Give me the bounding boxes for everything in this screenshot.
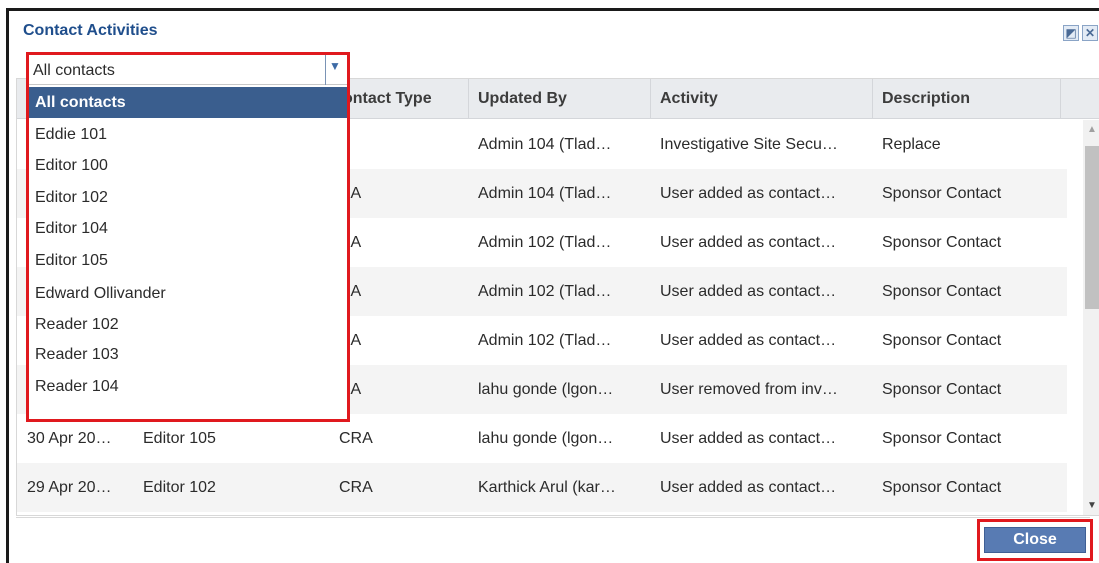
contact-type-cell: CRA: [339, 430, 373, 447]
close-button-highlight: Close: [977, 519, 1093, 561]
contact-filter-value: All contacts: [33, 62, 115, 79]
activity-cell: User added as contact…: [660, 430, 837, 447]
contact-type-cell: CRA: [339, 479, 373, 496]
activity-cell: User added as contact…: [660, 234, 837, 251]
column-header-description[interactable]: Description: [873, 79, 1061, 119]
vertical-scrollbar[interactable]: ▲ ▼: [1083, 120, 1099, 515]
option-all-contacts[interactable]: All contacts: [29, 87, 347, 118]
dialog-titlebar: Contact Activities ◩ ✕: [9, 11, 1099, 47]
activity-cell: User added as contact…: [660, 479, 837, 496]
description-cell: Replace: [882, 136, 941, 153]
chevron-down-icon[interactable]: ▼: [329, 59, 341, 73]
activity-cell: User added as contact…: [660, 185, 837, 202]
updated-by-cell: Admin 104 (Tlad…: [478, 185, 612, 202]
scroll-down-arrow-icon[interactable]: ▼: [1083, 496, 1099, 515]
option-edward-ollivander[interactable]: Edward Ollivander: [29, 277, 347, 310]
activity-cell: Investigative Site Secu…: [660, 136, 838, 153]
table-row[interactable]: 29 Apr 20… Editor 102 CRA Karthick Arul …: [17, 463, 1067, 512]
description-cell: Sponsor Contact: [882, 479, 1002, 496]
description-cell: Sponsor Contact: [882, 332, 1002, 349]
column-header-updated-by[interactable]: Updated By: [469, 79, 651, 119]
option-reader-104[interactable]: Reader 104: [29, 370, 347, 403]
updated-by-cell: lahu gonde (lgon…: [478, 381, 614, 398]
updated-by-cell: lahu gonde (lgon…: [478, 430, 614, 447]
column-header-contact-type[interactable]: ontact Type: [339, 79, 469, 119]
option-editor-100[interactable]: Editor 100: [29, 151, 347, 181]
activity-cell: User added as contact…: [660, 283, 837, 300]
updated-by-cell: Admin 102 (Tlad…: [478, 332, 612, 349]
close-button[interactable]: Close: [984, 527, 1086, 553]
updated-by-cell: Karthick Arul (kar…: [478, 479, 616, 496]
contact-type-cell: RA: [339, 381, 362, 398]
contact-type-cell: RA: [339, 185, 362, 202]
updated-by-cell: Admin 104 (Tlad…: [478, 136, 612, 153]
activity-cell: User removed from inv…: [660, 381, 838, 398]
option-editor-104[interactable]: Editor 104: [29, 214, 347, 244]
description-cell: Sponsor Contact: [882, 283, 1002, 300]
description-cell: Sponsor Contact: [882, 430, 1002, 447]
scrollbar-thumb[interactable]: [1085, 146, 1099, 309]
option-editor-102[interactable]: Editor 102: [29, 181, 347, 214]
description-cell: Sponsor Contact: [882, 185, 1002, 202]
updated-by-cell: Admin 102 (Tlad…: [478, 234, 612, 251]
footer-divider: [16, 517, 1090, 518]
contact-type-cell: RA: [339, 283, 362, 300]
contact-filter-select[interactable]: All contacts ▼: [29, 55, 347, 85]
contact-filter-options: All contacts Eddie 101 Editor 100 Editor…: [29, 87, 347, 403]
close-icon[interactable]: ✕: [1082, 25, 1098, 41]
maximize-icon[interactable]: ◩: [1063, 25, 1079, 41]
column-header-activity[interactable]: Activity: [651, 79, 873, 119]
contact-filter-dropdown: All contacts ▼ All contacts Eddie 101 Ed…: [26, 52, 350, 422]
contact-type-cell: RA: [339, 332, 362, 349]
updated-by-cell: Admin 102 (Tlad…: [478, 283, 612, 300]
scroll-up-arrow-icon[interactable]: ▲: [1083, 120, 1099, 140]
description-cell: Sponsor Contact: [882, 234, 1002, 251]
dialog-title: Contact Activities: [23, 22, 158, 39]
description-cell: Sponsor Contact: [882, 381, 1002, 398]
date-cell: 29 Apr 20…: [27, 479, 112, 496]
option-reader-103[interactable]: Reader 103: [29, 340, 347, 370]
option-eddie-101[interactable]: Eddie 101: [29, 118, 347, 151]
contact-cell: Editor 102: [143, 479, 216, 496]
activity-cell: User added as contact…: [660, 332, 837, 349]
select-divider: [325, 55, 326, 85]
contact-type-cell: RA: [339, 234, 362, 251]
option-editor-105[interactable]: Editor 105: [29, 244, 347, 277]
contact-type-cell: [339, 120, 459, 169]
option-reader-102[interactable]: Reader 102: [29, 310, 347, 340]
